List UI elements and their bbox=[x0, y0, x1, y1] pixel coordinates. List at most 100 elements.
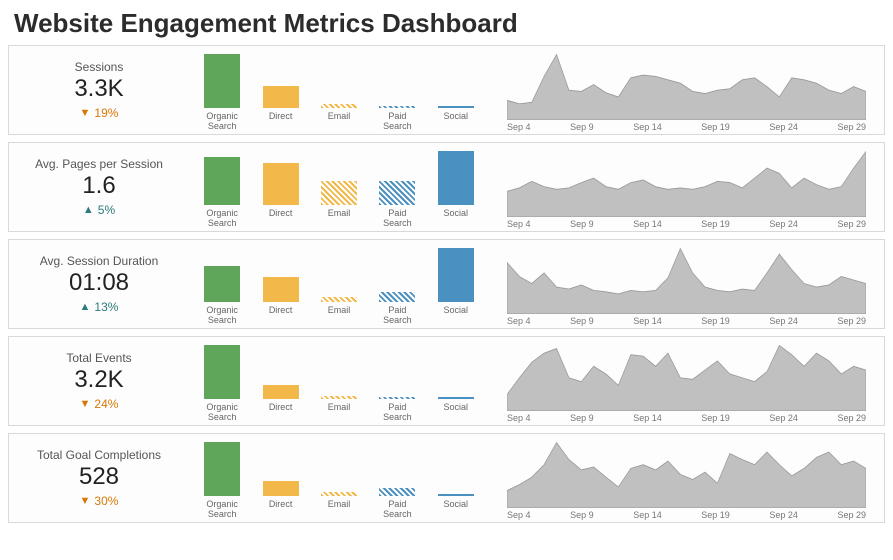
trend-sessions: Sep 4Sep 9Sep 14Sep 19Sep 24Sep 29 bbox=[489, 46, 884, 134]
date-tick: Sep 4 bbox=[507, 316, 531, 326]
bar-social: Social bbox=[429, 151, 483, 229]
bar-label: Paid Search bbox=[383, 306, 412, 326]
bar-paid: Paid Search bbox=[370, 54, 424, 132]
kpi-goals: Total Goal Completions528▼30% bbox=[9, 434, 189, 522]
date-tick: Sep 24 bbox=[769, 219, 798, 229]
bar-direct: Direct bbox=[254, 151, 308, 229]
bar-fill bbox=[438, 106, 474, 108]
kpi-delta: ▲13% bbox=[80, 300, 119, 314]
bar-fill bbox=[379, 292, 415, 302]
bar-organic: Organic Search bbox=[195, 345, 249, 423]
arrow-down-icon: ▼ bbox=[80, 107, 91, 119]
bar-direct: Direct bbox=[254, 248, 308, 326]
date-tick: Sep 19 bbox=[701, 413, 730, 423]
bar-fill bbox=[204, 54, 240, 108]
delta-value: 13% bbox=[94, 300, 118, 314]
bar-fill bbox=[263, 86, 299, 108]
date-tick: Sep 14 bbox=[633, 413, 662, 423]
bar-paid: Paid Search bbox=[370, 442, 424, 520]
channel-bars-duration: Organic SearchDirect Email Paid Search Soci… bbox=[189, 240, 489, 328]
bar-label: Direct bbox=[269, 403, 293, 423]
bar-label: Organic Search bbox=[206, 403, 238, 423]
kpi-label: Avg. Session Duration bbox=[40, 254, 159, 268]
kpi-value: 1.6 bbox=[82, 173, 115, 199]
channel-bars-sessions: Organic Search Direct Email Paid Search Soci… bbox=[189, 46, 489, 134]
date-tick: Sep 4 bbox=[507, 413, 531, 423]
bar-label: Email bbox=[328, 209, 351, 229]
metrics-container: Sessions3.3K▼19%Organic SearchDirectEmai… bbox=[0, 45, 893, 523]
kpi-pps: Avg. Pages per Session 1.6 ▲5% bbox=[9, 143, 189, 231]
bar-fill bbox=[263, 163, 299, 205]
date-tick: Sep 14 bbox=[633, 219, 662, 229]
bar-organic: Organic Search bbox=[195, 442, 249, 520]
bar-label: Email bbox=[328, 112, 351, 132]
date-tick: Sep 9 bbox=[570, 413, 594, 423]
date-tick: Sep 14 bbox=[633, 510, 662, 520]
bar-fill bbox=[321, 297, 357, 302]
bar-organic: Organic Search bbox=[195, 54, 249, 132]
trend-pps: Sep 4Sep 9Sep 14Sep 19Sep 24Sep 29 bbox=[489, 143, 884, 231]
date-axis: Sep 4Sep 9Sep 14Sep 19Sep 24Sep 29 bbox=[507, 411, 866, 423]
bar-label: Social bbox=[443, 112, 468, 132]
bar-label: Email bbox=[328, 306, 351, 326]
bar-social: Social bbox=[429, 442, 483, 520]
arrow-up-icon: ▲ bbox=[83, 204, 94, 216]
date-axis: Sep 4Sep 9Sep 14Sep 19Sep 24Sep 29 bbox=[507, 508, 866, 520]
kpi-delta: ▲5% bbox=[83, 203, 115, 217]
date-tick: Sep 24 bbox=[769, 413, 798, 423]
sparkline-chart bbox=[507, 343, 866, 411]
bar-fill bbox=[379, 397, 415, 399]
bar-email: Email bbox=[312, 442, 366, 520]
date-axis: Sep 4Sep 9Sep 14Sep 19Sep 24Sep 29 bbox=[507, 314, 866, 326]
date-tick: Sep 19 bbox=[701, 122, 730, 132]
bar-label: Direct bbox=[269, 112, 293, 132]
bar-label: Email bbox=[328, 500, 351, 520]
date-tick: Sep 14 bbox=[633, 122, 662, 132]
bar-fill bbox=[321, 104, 357, 108]
bar-label: Paid Search bbox=[383, 403, 412, 423]
date-tick: Sep 4 bbox=[507, 122, 531, 132]
date-tick: Sep 4 bbox=[507, 219, 531, 229]
bar-fill bbox=[263, 277, 299, 302]
bar-fill bbox=[379, 488, 415, 496]
bar-fill bbox=[438, 151, 474, 205]
date-tick: Sep 24 bbox=[769, 122, 798, 132]
bar-fill bbox=[204, 266, 240, 302]
date-tick: Sep 24 bbox=[769, 316, 798, 326]
date-axis: Sep 4Sep 9Sep 14Sep 19Sep 24Sep 29 bbox=[507, 120, 866, 132]
bar-label: Organic Search bbox=[206, 500, 238, 520]
date-tick: Sep 19 bbox=[701, 510, 730, 520]
bar-paid: Paid Search bbox=[370, 248, 424, 326]
bar-fill bbox=[263, 481, 299, 496]
bar-fill bbox=[263, 385, 299, 399]
date-tick: Sep 9 bbox=[570, 219, 594, 229]
kpi-delta: ▼19% bbox=[80, 106, 119, 120]
sparkline-chart bbox=[507, 52, 866, 120]
bar-email: Email bbox=[312, 345, 366, 423]
bar-social: Social bbox=[429, 248, 483, 326]
bar-label: Paid Search bbox=[383, 500, 412, 520]
kpi-value: 3.2K bbox=[74, 367, 123, 393]
bar-fill bbox=[204, 442, 240, 496]
bar-label: Paid Search bbox=[383, 209, 412, 229]
date-tick: Sep 19 bbox=[701, 219, 730, 229]
kpi-label: Sessions bbox=[75, 60, 124, 74]
bar-label: Social bbox=[443, 306, 468, 326]
channel-bars-goals: Organic Search Direct Email Paid Search Soci… bbox=[189, 434, 489, 522]
kpi-delta: ▼30% bbox=[80, 494, 119, 508]
sparkline-chart bbox=[507, 149, 866, 217]
bar-fill bbox=[321, 181, 357, 205]
bar-label: Direct bbox=[269, 500, 293, 520]
trend-duration: Sep 4Sep 9Sep 14Sep 19Sep 24Sep 29 bbox=[489, 240, 884, 328]
bar-label: Social bbox=[443, 500, 468, 520]
date-tick: Sep 9 bbox=[570, 316, 594, 326]
date-tick: Sep 29 bbox=[837, 510, 866, 520]
bar-organic: Organic Search bbox=[195, 248, 249, 326]
kpi-label: Avg. Pages per Session bbox=[35, 157, 163, 171]
date-tick: Sep 4 bbox=[507, 510, 531, 520]
date-tick: Sep 24 bbox=[769, 510, 798, 520]
bar-fill bbox=[321, 492, 357, 496]
channel-bars-events: Organic SearchDirectEmailPaid SearchSoci… bbox=[189, 337, 489, 425]
kpi-delta: ▼24% bbox=[80, 397, 119, 411]
bar-direct: Direct bbox=[254, 345, 308, 423]
